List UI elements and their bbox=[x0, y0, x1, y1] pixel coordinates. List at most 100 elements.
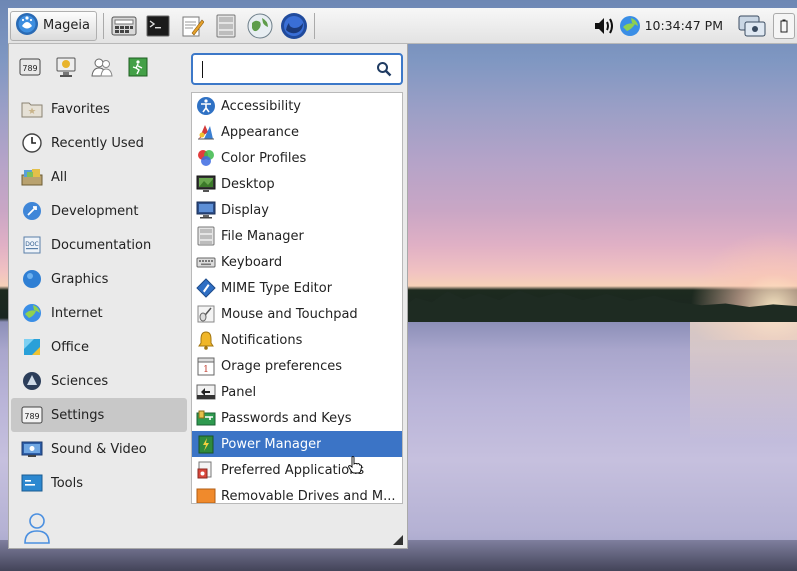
app-item-preferred-applications[interactable]: Preferred Applications bbox=[192, 457, 402, 483]
category-all[interactable]: All bbox=[11, 160, 187, 194]
category-list: Favorites Recently Used All Development … bbox=[11, 92, 187, 500]
app-item-removable-drives[interactable]: Removable Drives and M... bbox=[192, 483, 402, 504]
category-label: Tools bbox=[51, 475, 84, 491]
app-label: Removable Drives and M... bbox=[221, 488, 396, 504]
app-item-desktop[interactable]: Desktop bbox=[192, 171, 402, 197]
development-icon bbox=[21, 200, 43, 222]
workspaces-icon[interactable] bbox=[737, 13, 767, 39]
file-manager-icon bbox=[196, 226, 216, 246]
app-label: Mouse and Touchpad bbox=[221, 306, 358, 322]
preferred-apps-icon bbox=[196, 460, 216, 480]
mageia-logo-icon bbox=[15, 12, 39, 40]
app-item-accessibility[interactable]: Accessibility bbox=[192, 93, 402, 119]
category-settings[interactable]: 789 Settings bbox=[11, 398, 187, 432]
category-office[interactable]: Office bbox=[11, 330, 187, 364]
system-tray: 10:34:47 PM bbox=[589, 8, 797, 44]
category-graphics[interactable]: Graphics bbox=[11, 262, 187, 296]
category-label: Internet bbox=[51, 305, 103, 321]
text-editor-icon[interactable] bbox=[178, 12, 206, 40]
mime-editor-icon bbox=[196, 278, 216, 298]
svg-text:789: 789 bbox=[24, 412, 39, 421]
removable-drives-icon bbox=[196, 486, 216, 503]
app-label: Panel bbox=[221, 384, 257, 400]
app-label: Orage preferences bbox=[221, 358, 343, 374]
category-label: Favorites bbox=[51, 101, 110, 117]
whisker-menu-button[interactable]: Mageia bbox=[10, 10, 98, 41]
svg-text:DOC: DOC bbox=[25, 241, 39, 248]
search-input[interactable] bbox=[193, 57, 373, 81]
menu-button-label: Mageia bbox=[43, 18, 91, 33]
desktop-icon bbox=[196, 174, 216, 194]
category-label: Documentation bbox=[51, 237, 152, 253]
app-item-appearance[interactable]: Appearance bbox=[192, 119, 402, 145]
app-label: MIME Type Editor bbox=[221, 280, 333, 296]
power-manager-icon bbox=[196, 434, 216, 454]
category-development[interactable]: Development bbox=[11, 194, 187, 228]
screensaver-icon bbox=[56, 57, 76, 77]
volume-icon[interactable] bbox=[593, 16, 615, 36]
app-item-color-profiles[interactable]: Color Profiles bbox=[192, 145, 402, 171]
firefox-icon[interactable] bbox=[280, 12, 308, 40]
category-sciences[interactable]: Sciences bbox=[11, 364, 187, 398]
app-label: Keyboard bbox=[221, 254, 283, 270]
app-label: File Manager bbox=[221, 228, 304, 244]
app-item-keyboard[interactable]: Keyboard bbox=[192, 249, 402, 275]
calculator-icon[interactable] bbox=[110, 12, 138, 40]
app-item-panel[interactable]: Panel bbox=[192, 379, 402, 405]
switch-user-button[interactable] bbox=[87, 52, 117, 82]
resize-grip-icon[interactable] bbox=[393, 534, 403, 545]
documentation-icon: DOC bbox=[21, 234, 43, 256]
svg-text:789: 789 bbox=[22, 64, 37, 73]
app-item-display[interactable]: Display bbox=[192, 197, 402, 223]
category-recently-used[interactable]: Recently Used bbox=[11, 126, 187, 160]
category-sound-video[interactable]: Sound & Video bbox=[11, 432, 187, 466]
terminal-icon[interactable] bbox=[144, 12, 172, 40]
app-item-file-manager[interactable]: File Manager bbox=[192, 223, 402, 249]
network-icon[interactable] bbox=[619, 15, 641, 37]
category-favorites[interactable]: Favorites bbox=[11, 92, 187, 126]
app-item-power-manager[interactable]: Power Manager bbox=[192, 431, 402, 457]
file-manager-icon[interactable] bbox=[212, 12, 240, 40]
app-label: Color Profiles bbox=[221, 150, 307, 166]
app-label: Notifications bbox=[221, 332, 303, 348]
category-internet[interactable]: Internet bbox=[11, 296, 187, 330]
mouse-icon bbox=[196, 304, 216, 324]
lock-screen-button[interactable] bbox=[51, 52, 81, 82]
panel-icon bbox=[196, 382, 216, 402]
display-icon bbox=[196, 200, 216, 220]
user-avatar-icon[interactable] bbox=[23, 512, 51, 544]
app-item-mouse-touchpad[interactable]: Mouse and Touchpad bbox=[192, 301, 402, 327]
top-panel: Mageia 10:34:47 PM bbox=[8, 8, 797, 44]
app-item-orage-preferences[interactable]: 1 Orage preferences bbox=[192, 353, 402, 379]
office-icon bbox=[21, 336, 43, 358]
app-item-mime-type-editor[interactable]: MIME Type Editor bbox=[192, 275, 402, 301]
settings-manager-button[interactable]: 789 bbox=[15, 52, 45, 82]
panel-separator bbox=[103, 12, 105, 39]
internet-icon bbox=[21, 302, 43, 324]
users-icon bbox=[91, 58, 113, 77]
favorites-folder-icon bbox=[21, 98, 43, 120]
app-label: Desktop bbox=[221, 176, 275, 192]
log-out-button[interactable] bbox=[123, 52, 153, 82]
category-tools[interactable]: Tools bbox=[11, 466, 187, 500]
show-desktop-button[interactable] bbox=[773, 12, 795, 39]
category-documentation[interactable]: DOC Documentation bbox=[11, 228, 187, 262]
search-icon[interactable] bbox=[373, 58, 395, 80]
app-item-notifications[interactable]: Notifications bbox=[192, 327, 402, 353]
app-label: Preferred Applications bbox=[221, 462, 365, 478]
menu-action-bar: 789 bbox=[15, 52, 159, 82]
category-label: Development bbox=[51, 203, 139, 219]
settings-icon: 789 bbox=[21, 404, 43, 426]
web-browser-icon[interactable] bbox=[246, 12, 274, 40]
sound-video-icon bbox=[21, 438, 43, 460]
category-label: Sciences bbox=[51, 373, 109, 389]
search-box[interactable] bbox=[191, 53, 403, 85]
category-label: Office bbox=[51, 339, 89, 355]
battery-icon bbox=[780, 19, 788, 32]
clock[interactable]: 10:34:47 PM bbox=[645, 18, 723, 33]
category-label: All bbox=[51, 169, 68, 185]
app-item-passwords-keys[interactable]: Passwords and Keys bbox=[192, 405, 402, 431]
app-label: Accessibility bbox=[221, 98, 301, 114]
color-profiles-icon bbox=[196, 148, 216, 168]
text-cursor bbox=[202, 61, 203, 78]
